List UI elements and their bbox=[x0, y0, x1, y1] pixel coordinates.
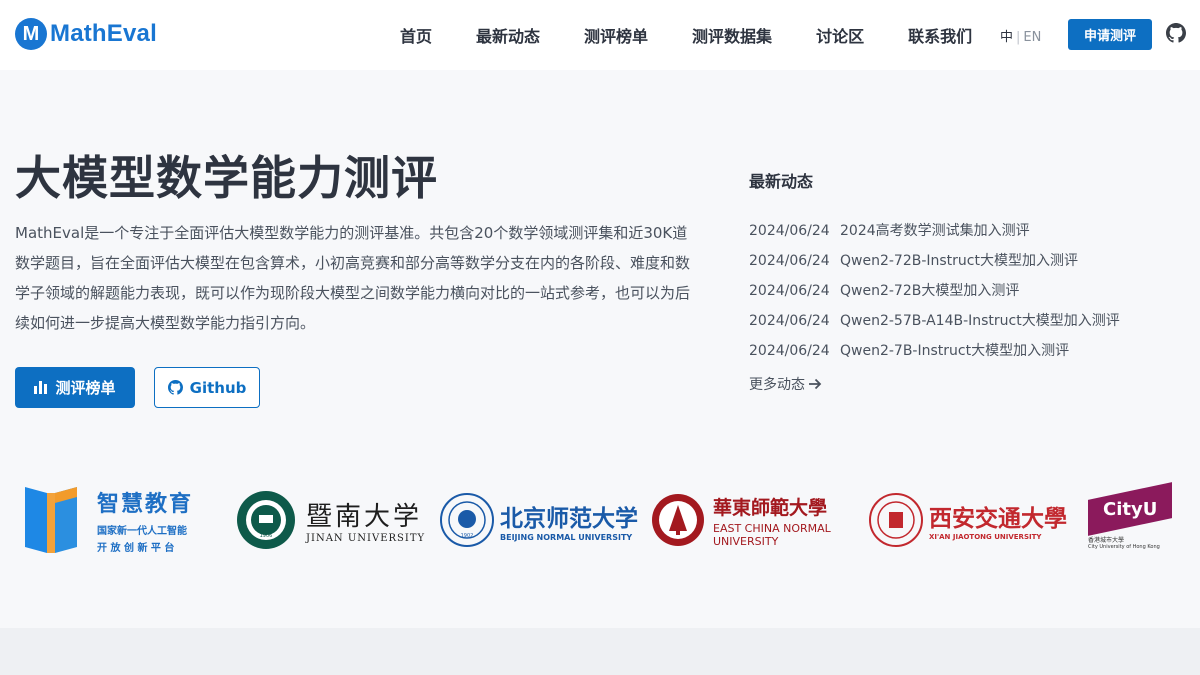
brand-name: MathEval bbox=[50, 20, 157, 47]
bnu-seal-icon: 1902 bbox=[440, 493, 494, 547]
nav-forum[interactable]: 讨论区 bbox=[816, 23, 864, 47]
cityu-mark: CityU bbox=[1102, 498, 1158, 519]
news-item[interactable]: 2024/06/24 Qwen2-72B大模型加入测评 bbox=[749, 276, 1120, 306]
nav-datasets[interactable]: 测评数据集 bbox=[692, 23, 772, 47]
leaderboard-button[interactable]: 测评榜单 bbox=[15, 367, 135, 408]
xjtu-seal-icon bbox=[869, 493, 923, 547]
ecnu-en2: UNIVERSITY bbox=[713, 534, 779, 548]
nav-home[interactable]: 首页 bbox=[400, 23, 432, 47]
hero-description: MathEval是一个专注于全面评估大模型数学能力的测评基准。共包含20个数学领… bbox=[15, 224, 691, 332]
nav-contact[interactable]: 联系我们 bbox=[908, 23, 972, 47]
lang-separator: | bbox=[1016, 30, 1021, 45]
bnu-name: 北京师范大学 bbox=[500, 504, 638, 532]
partner-cityu-hong-kong[interactable]: CityU 香港城市大學 City University of Hong Kon… bbox=[1088, 480, 1188, 560]
partner-beijing-normal-university[interactable]: 1902 北京师范大学 BEIJING NORMAL UNIVERSITY bbox=[440, 480, 640, 560]
partner-jinan-university[interactable]: 1906 暨南大学 JINAN UNIVERSITY bbox=[236, 480, 426, 560]
jinan-seal-icon: 1906 bbox=[237, 491, 295, 549]
xjtu-en: XI'AN JIAOTONG UNIVERSITY bbox=[929, 533, 1042, 541]
news-date: 2024/06/24 bbox=[749, 343, 830, 359]
news-text: Qwen2-57B-A14B-Instruct大模型加入测评 bbox=[840, 313, 1120, 329]
jinan-en: JINAN UNIVERSITY bbox=[306, 533, 426, 544]
partner-zhihui-education[interactable]: 智慧教育 国家新一代人工智能 开 放 创 新 平 台 bbox=[25, 480, 220, 560]
bnu-en: BEIJING NORMAL UNIVERSITY bbox=[500, 532, 633, 542]
news-date: 2024/06/24 bbox=[749, 283, 830, 299]
main-nav: 首页 最新动态 测评榜单 测评数据集 讨论区 联系我们 bbox=[378, 0, 994, 70]
leaderboard-button-label: 测评榜单 bbox=[55, 379, 116, 397]
news-list: 2024/06/24 2024高考数学测试集加入测评 2024/06/24 Qwen… bbox=[749, 216, 1120, 366]
news-date: 2024/06/24 bbox=[749, 313, 830, 329]
arrow-right-icon bbox=[809, 378, 822, 390]
news-item[interactable]: 2024/06/24 2024高考数学测试集加入测评 bbox=[749, 216, 1120, 246]
cityu-zh: 香港城市大學 bbox=[1088, 536, 1125, 544]
news-text: Qwen2-72B-Instruct大模型加入测评 bbox=[840, 253, 1078, 269]
apply-evaluation-button[interactable]: 申请测评 bbox=[1068, 19, 1152, 50]
news-date: 2024/06/24 bbox=[749, 223, 830, 239]
partner-east-china-normal-university[interactable]: 華東師範大學 EAST CHINA NORMAL UNIVERSITY bbox=[651, 480, 851, 560]
lang-zh[interactable]: 中 bbox=[1000, 30, 1013, 45]
nav-news[interactable]: 最新动态 bbox=[476, 23, 540, 47]
lang-en[interactable]: EN bbox=[1023, 30, 1041, 45]
ecnu-seal-icon bbox=[652, 494, 704, 546]
github-button-label: Github bbox=[189, 378, 247, 397]
xjtu-name: 西安交通大學 bbox=[929, 505, 1067, 532]
ecnu-en1: EAST CHINA NORMAL bbox=[713, 521, 831, 535]
news-text: Qwen2-7B-Instruct大模型加入测评 bbox=[840, 343, 1070, 359]
news-text: Qwen2-72B大模型加入测评 bbox=[840, 283, 1020, 299]
zhihui-line1: 国家新一代人工智能 bbox=[97, 526, 187, 537]
footer-band bbox=[0, 628, 1200, 675]
ecnu-name: 華東師範大學 bbox=[713, 496, 828, 519]
site-header: M MathEval 首页 最新动态 测评榜单 测评数据集 讨论区 联系我们 中… bbox=[0, 0, 1200, 70]
github-button[interactable]: Github bbox=[154, 367, 260, 408]
language-switch: 中 | EN bbox=[1000, 26, 1041, 45]
zhihui-name: 智慧教育 bbox=[97, 492, 194, 517]
jinan-name: 暨南大学 bbox=[306, 502, 423, 532]
more-news-label: 更多动态 bbox=[749, 377, 805, 393]
page-title: 大模型数学能力测评 bbox=[15, 151, 438, 205]
bar-chart-icon bbox=[34, 381, 48, 394]
news-text: 2024高考数学测试集加入测评 bbox=[840, 223, 1030, 239]
github-icon[interactable] bbox=[1166, 23, 1186, 43]
brand-logo[interactable]: M MathEval bbox=[15, 18, 157, 50]
cityu-badge: CityU bbox=[1088, 481, 1172, 536]
jinan-seal-year: 1906 bbox=[260, 533, 273, 539]
partner-xian-jiaotong-university[interactable]: 西安交通大學 XI'AN JIAOTONG UNIVERSITY bbox=[869, 480, 1069, 560]
more-news-link[interactable]: 更多动态 bbox=[749, 374, 822, 394]
news-date: 2024/06/24 bbox=[749, 253, 830, 269]
zhihui-line2: 开 放 创 新 平 台 bbox=[97, 543, 175, 554]
news-item[interactable]: 2024/06/24 Qwen2-72B-Instruct大模型加入测评 bbox=[749, 246, 1120, 276]
news-heading: 最新动态 bbox=[749, 172, 814, 191]
partner-logos: 智慧教育 国家新一代人工智能 开 放 创 新 平 台 1906 暨南大学 JIN… bbox=[0, 470, 1200, 570]
bnu-seal-year: 1902 bbox=[461, 533, 474, 539]
news-item[interactable]: 2024/06/24 Qwen2-57B-A14B-Instruct大模型加入测评 bbox=[749, 306, 1120, 336]
logo-icon: M bbox=[15, 18, 47, 50]
cityu-en: City University of Hong Kong bbox=[1088, 543, 1160, 550]
news-item[interactable]: 2024/06/24 Qwen2-7B-Instruct大模型加入测评 bbox=[749, 336, 1120, 366]
zhihui-logo-icon bbox=[25, 487, 77, 553]
nav-leaderboard[interactable]: 测评榜单 bbox=[584, 23, 648, 47]
github-icon bbox=[167, 380, 183, 395]
